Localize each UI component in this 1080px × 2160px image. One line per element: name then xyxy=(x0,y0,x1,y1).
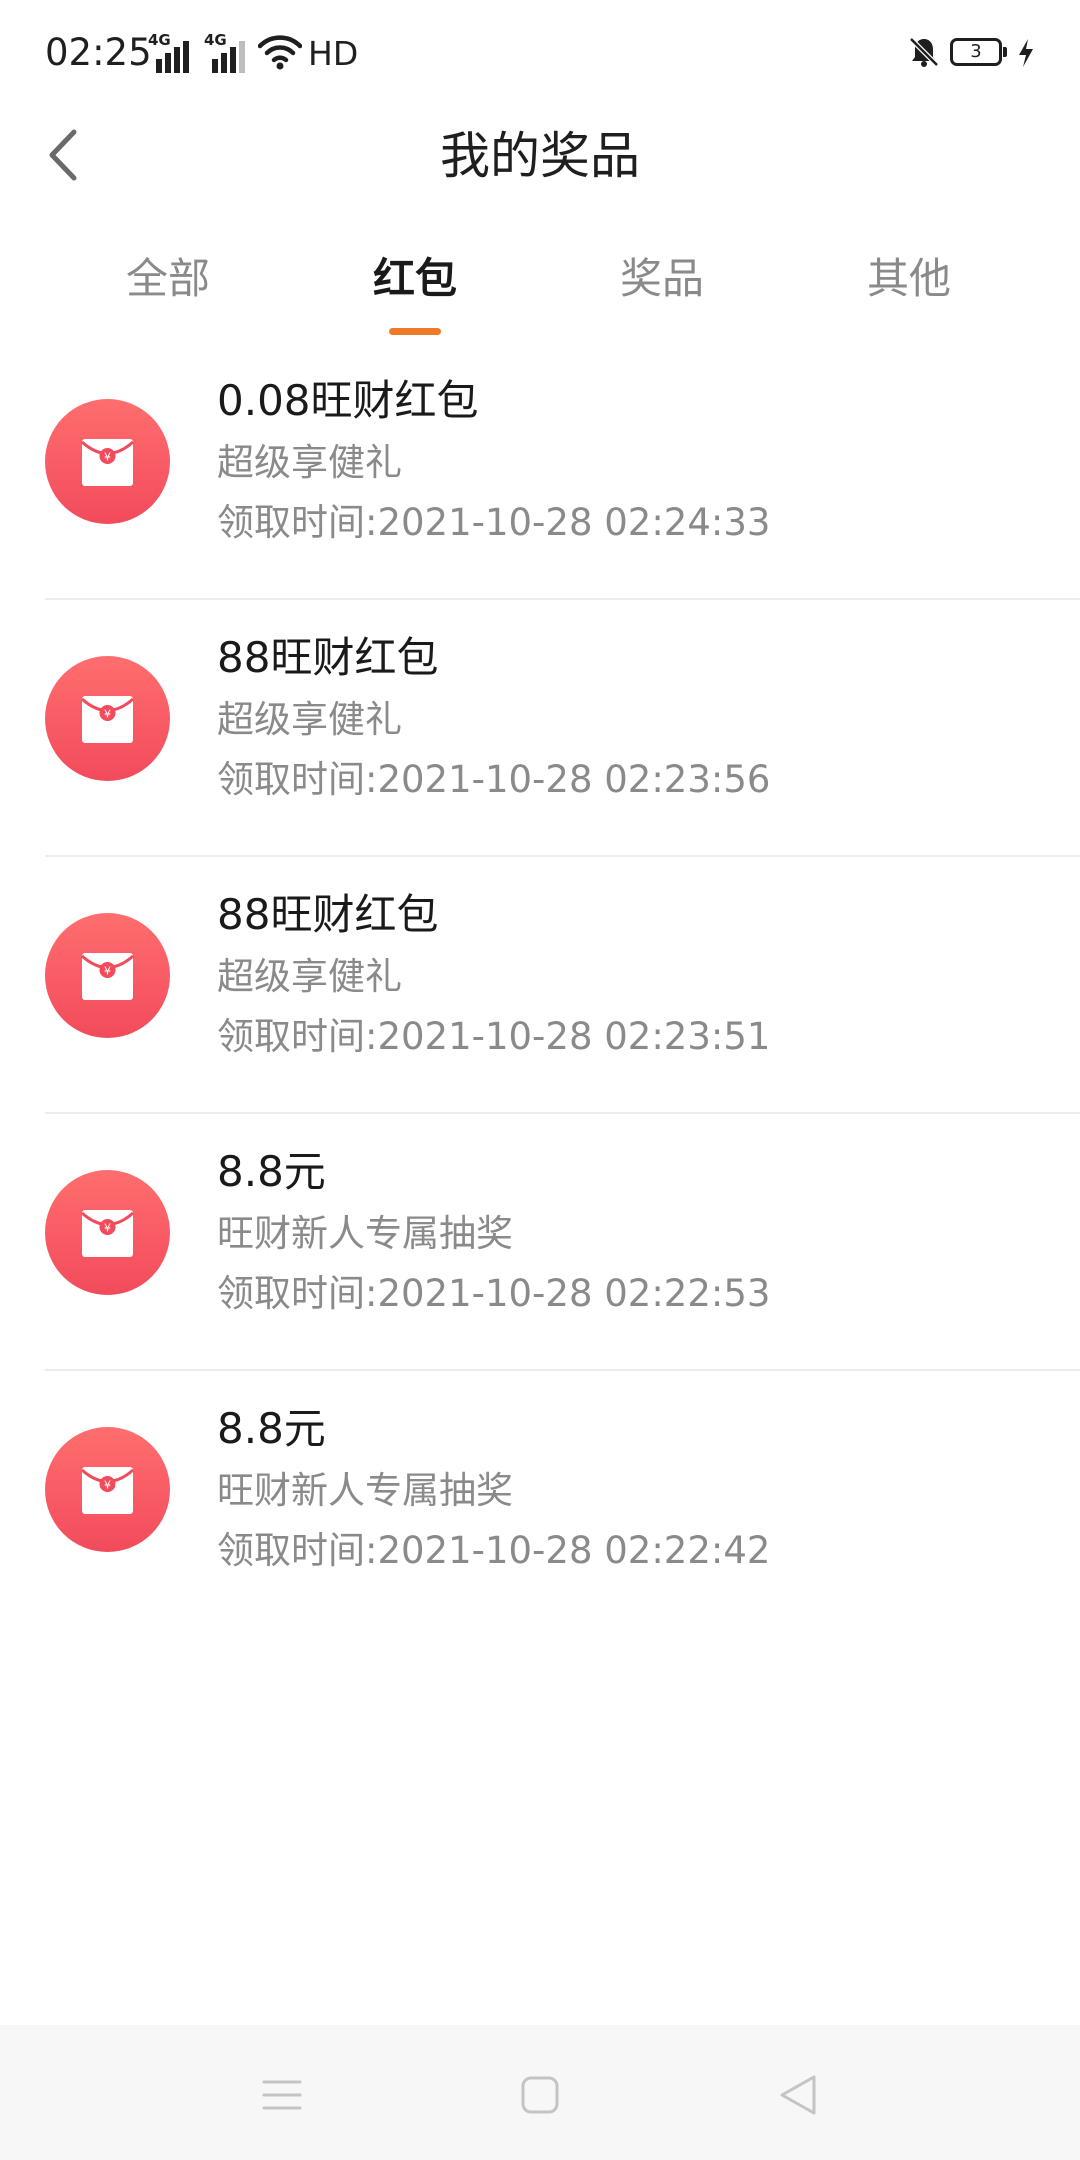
item-title: 88旺财红包 xyxy=(217,633,439,682)
item-subtitle: 超级享健礼 xyxy=(217,955,402,998)
svg-text:¥: ¥ xyxy=(104,451,111,464)
item-time: 领取时间:2021-10-28 02:22:42 xyxy=(217,1529,771,1572)
back-triangle-icon xyxy=(780,2075,816,2115)
list-item[interactable]: ¥ 88旺财红包 超级享健礼 领取时间:2021-10-28 02:23:56 xyxy=(0,600,1080,857)
status-time: 02:25 xyxy=(45,31,152,74)
bell-muted-icon xyxy=(909,37,939,67)
item-time: 领取时间:2021-10-28 02:22:53 xyxy=(217,1272,771,1315)
item-subtitle: 旺财新人专属抽奖 xyxy=(217,1212,513,1255)
item-subtitle: 旺财新人专属抽奖 xyxy=(217,1469,513,1512)
tab-bar: 全部 红包 奖品 其他 xyxy=(0,240,1080,340)
item-subtitle: 超级享健礼 xyxy=(217,441,402,484)
list-item[interactable]: ¥ 88旺财红包 超级享健礼 领取时间:2021-10-28 02:23:51 xyxy=(0,857,1080,1114)
menu-icon xyxy=(262,2080,302,2110)
page-title: 我的奖品 xyxy=(440,127,640,185)
red-envelope-icon: ¥ xyxy=(45,1427,170,1552)
item-title: 8.8元 xyxy=(217,1147,326,1196)
item-title: 8.8元 xyxy=(217,1404,326,1453)
tab-prizes[interactable]: 奖品 xyxy=(538,250,786,308)
item-time: 领取时间:2021-10-28 02:24:33 xyxy=(217,501,771,544)
tab-all[interactable]: 全部 xyxy=(44,250,292,308)
cellular-signal-1-icon: 4G xyxy=(148,33,194,73)
active-tab-indicator xyxy=(389,328,441,335)
item-time: 领取时间:2021-10-28 02:23:51 xyxy=(217,1015,771,1058)
back-nav-button[interactable] xyxy=(758,2055,838,2135)
item-title: 0.08旺财红包 xyxy=(217,376,479,425)
charging-bolt-icon xyxy=(1019,39,1033,67)
svg-text:¥: ¥ xyxy=(104,1222,111,1235)
wifi-icon xyxy=(258,35,302,70)
item-title: 88旺财红包 xyxy=(217,890,439,939)
header: 我的奖品 xyxy=(0,106,1080,206)
svg-text:¥: ¥ xyxy=(104,965,111,978)
list-item[interactable]: ¥ 0.08旺财红包 超级享健礼 领取时间:2021-10-28 02:24:3… xyxy=(0,343,1080,600)
hd-indicator: HD xyxy=(308,34,359,73)
cellular-signal-2-icon: 4G xyxy=(204,33,250,73)
item-subtitle: 超级享健礼 xyxy=(217,698,402,741)
list-item[interactable]: ¥ 8.8元 旺财新人专属抽奖 领取时间:2021-10-28 02:22:42 xyxy=(0,1371,1080,1628)
red-envelope-icon: ¥ xyxy=(45,399,170,524)
svg-text:¥: ¥ xyxy=(104,1479,111,1492)
home-square-icon xyxy=(521,2076,559,2114)
red-envelope-icon: ¥ xyxy=(45,656,170,781)
red-envelope-icon: ¥ xyxy=(45,913,170,1038)
home-button[interactable] xyxy=(500,2055,580,2135)
list-item[interactable]: ¥ 8.8元 旺财新人专属抽奖 领取时间:2021-10-28 02:22:53 xyxy=(0,1114,1080,1371)
signal-bars-1 xyxy=(156,41,189,73)
svg-text:¥: ¥ xyxy=(104,708,111,721)
battery-icon: 3 xyxy=(950,38,1007,66)
red-envelope-icon: ¥ xyxy=(45,1170,170,1295)
item-time: 领取时间:2021-10-28 02:23:56 xyxy=(217,758,771,801)
prize-list: ¥ 0.08旺财红包 超级享健礼 领取时间:2021-10-28 02:24:3… xyxy=(0,343,1080,1628)
menu-button[interactable] xyxy=(242,2055,322,2135)
tab-red-envelope[interactable]: 红包 xyxy=(291,250,539,308)
signal-bars-2 xyxy=(212,41,245,73)
system-nav-bar xyxy=(0,2025,1080,2160)
status-bar: 02:25 4G 4G HD 3 xyxy=(0,0,1080,106)
tab-other[interactable]: 其他 xyxy=(785,250,1033,308)
